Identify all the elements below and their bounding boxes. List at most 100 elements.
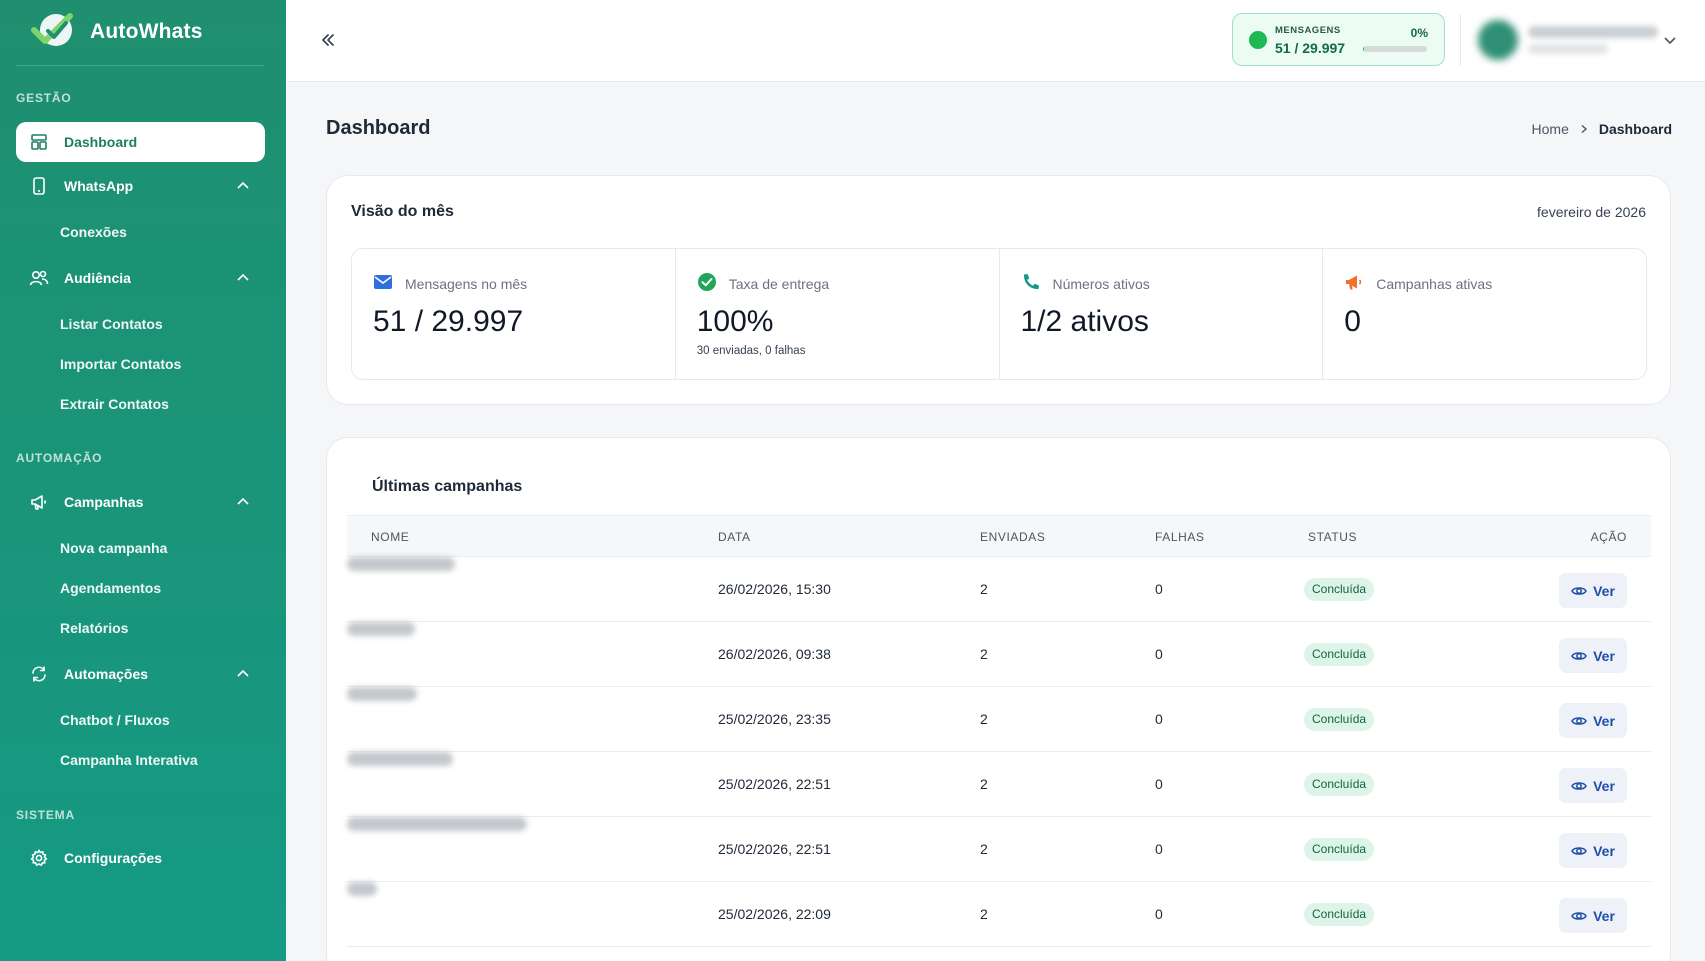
chevron-up-icon[interactable] xyxy=(235,666,251,682)
sidebar-item-whatsapp[interactable]: WhatsApp xyxy=(16,166,265,206)
cell-enviadas: 2 xyxy=(980,711,988,727)
logo-check-icon xyxy=(30,10,80,55)
stat-taxa-entrega: Taxa de entrega 100% 30 enviadas, 0 falh… xyxy=(676,249,1000,379)
sidebar: AutoWhats GESTÃO Dashboard WhatsApp Cone… xyxy=(0,0,286,961)
eye-icon xyxy=(1571,716,1587,725)
sidebar-subitem-relatorios[interactable]: Relatórios xyxy=(60,620,128,636)
stat-label: Mensagens no mês xyxy=(405,276,528,292)
cell-data: 26/02/2026, 09:38 xyxy=(718,646,831,662)
gear-icon xyxy=(29,848,49,868)
status-badge: Concluída xyxy=(1304,578,1375,601)
stat-mensagens: Mensagens no mês 51 / 29.997 xyxy=(352,249,676,379)
sidebar-subitem-listar-contatos[interactable]: Listar Contatos xyxy=(60,316,163,332)
campaign-name-redacted xyxy=(347,622,415,636)
chevron-down-icon[interactable] xyxy=(1662,32,1678,48)
sidebar-item-campanhas[interactable]: Campanhas xyxy=(16,482,265,522)
stat-numeros-ativos: Números ativos 1/2 ativos xyxy=(1000,249,1324,379)
refresh-icon xyxy=(29,664,49,684)
view-button-label: Ver xyxy=(1593,842,1615,859)
chevron-up-icon[interactable] xyxy=(235,494,251,510)
megaphone-icon xyxy=(29,492,49,512)
column-header-data: DATA xyxy=(718,530,751,544)
sidebar-subitem-chatbot-fluxos[interactable]: Chatbot / Fluxos xyxy=(60,712,170,728)
view-button-label: Ver xyxy=(1593,647,1615,664)
cell-enviadas: 2 xyxy=(980,581,988,597)
table-row: 25/02/2026, 23:35 2 0 Concluída Ver xyxy=(347,687,1651,752)
sidebar-item-label: WhatsApp xyxy=(64,178,134,194)
phone-icon xyxy=(1023,274,1039,290)
chevron-up-icon[interactable] xyxy=(235,178,251,194)
cell-falhas: 0 xyxy=(1155,646,1163,662)
status-dot xyxy=(1249,31,1267,49)
sidebar-subitem-importar-contatos[interactable]: Importar Contatos xyxy=(60,356,181,372)
status-badge: Concluída xyxy=(1304,903,1375,926)
stats-grid: Mensagens no mês 51 / 29.997 Taxa de ent… xyxy=(351,248,1647,380)
status-badge: Concluída xyxy=(1304,773,1375,796)
view-campaign-button[interactable]: Ver xyxy=(1559,898,1627,933)
chevron-up-icon[interactable] xyxy=(235,270,251,286)
table-row: 26/02/2026, 09:38 2 0 Concluída Ver xyxy=(347,622,1651,687)
usage-progress-bar xyxy=(1363,46,1427,52)
user-name-redacted xyxy=(1528,26,1658,38)
page-title: Dashboard xyxy=(326,117,431,139)
cell-enviadas: 2 xyxy=(980,906,988,922)
sidebar-subitem-conexoes[interactable]: Conexões xyxy=(60,224,127,240)
cell-data: 25/02/2026, 22:51 xyxy=(718,841,831,857)
chevron-right-icon xyxy=(1581,124,1587,134)
cell-enviadas: 2 xyxy=(980,776,988,792)
column-header-nome: NOME xyxy=(371,530,410,544)
view-campaign-button[interactable]: Ver xyxy=(1559,638,1627,673)
month-date: fevereiro de 2026 xyxy=(1537,204,1646,220)
users-icon xyxy=(29,268,49,288)
view-campaign-button[interactable]: Ver xyxy=(1559,703,1627,738)
sidebar-item-audiencia[interactable]: Audiência xyxy=(16,258,265,298)
cell-falhas: 0 xyxy=(1155,841,1163,857)
sidebar-item-label: Dashboard xyxy=(64,134,138,150)
sidebar-item-automacoes[interactable]: Automações xyxy=(16,654,265,694)
sidebar-item-label: Configurações xyxy=(64,850,163,866)
card-title: Últimas campanhas xyxy=(372,478,523,495)
cell-falhas: 0 xyxy=(1155,906,1163,922)
cell-data: 26/02/2026, 15:30 xyxy=(718,581,831,597)
user-menu[interactable] xyxy=(1478,20,1678,60)
sidebar-subitem-nova-campanha[interactable]: Nova campanha xyxy=(60,540,167,556)
topbar: MENSAGENS 51 / 29.997 0% xyxy=(286,0,1705,82)
stat-subtext: 30 enviadas, 0 falhas xyxy=(696,345,806,357)
cell-falhas: 0 xyxy=(1155,776,1163,792)
campaigns-table: NOME DATA ENVIADAS FALHAS STATUS AÇÃO 26… xyxy=(347,515,1651,947)
stat-label: Taxa de entrega xyxy=(728,276,830,292)
stat-value: 0 xyxy=(1344,305,1361,338)
campaign-name-redacted xyxy=(347,687,417,701)
table-row: 26/02/2026, 15:30 2 0 Concluída Ver xyxy=(347,557,1651,622)
collapse-sidebar-icon[interactable] xyxy=(318,30,338,50)
eye-icon xyxy=(1571,651,1587,660)
sidebar-item-configuracoes[interactable]: Configurações xyxy=(16,838,265,878)
stat-value: 51 / 29.997 xyxy=(373,305,524,338)
column-header-status: STATUS xyxy=(1308,530,1358,544)
breadcrumb-home[interactable]: Home xyxy=(1532,121,1569,137)
eye-icon xyxy=(1571,586,1587,595)
view-button-label: Ver xyxy=(1593,582,1615,599)
message-usage-widget[interactable]: MENSAGENS 51 / 29.997 0% xyxy=(1232,13,1445,66)
column-header-acao: AÇÃO xyxy=(1590,530,1627,544)
view-campaign-button[interactable]: Ver xyxy=(1559,573,1627,608)
envelope-icon xyxy=(374,275,392,289)
campaign-name-redacted xyxy=(347,557,455,571)
brand[interactable]: AutoWhats xyxy=(30,10,203,54)
sidebar-subitem-campanha-interativa[interactable]: Campanha Interativa xyxy=(60,752,198,768)
sidebar-item-dashboard[interactable]: Dashboard xyxy=(16,122,265,162)
user-email-redacted xyxy=(1528,44,1608,54)
view-button-label: Ver xyxy=(1593,907,1615,924)
sidebar-subitem-extrair-contatos[interactable]: Extrair Contatos xyxy=(60,396,169,412)
view-button-label: Ver xyxy=(1593,712,1615,729)
section-label-automacao: AUTOMAÇÃO xyxy=(16,451,103,465)
stat-value: 1/2 ativos xyxy=(1020,305,1149,338)
view-campaign-button[interactable]: Ver xyxy=(1559,833,1627,868)
usage-value: 51 / 29.997 xyxy=(1275,40,1346,56)
sidebar-subitem-agendamentos[interactable]: Agendamentos xyxy=(60,580,161,596)
campaign-name-redacted xyxy=(347,752,453,766)
stat-label: Campanhas ativas xyxy=(1376,276,1493,292)
dashboard-icon xyxy=(29,132,49,152)
campaign-name-redacted xyxy=(347,882,377,896)
view-campaign-button[interactable]: Ver xyxy=(1559,768,1627,803)
